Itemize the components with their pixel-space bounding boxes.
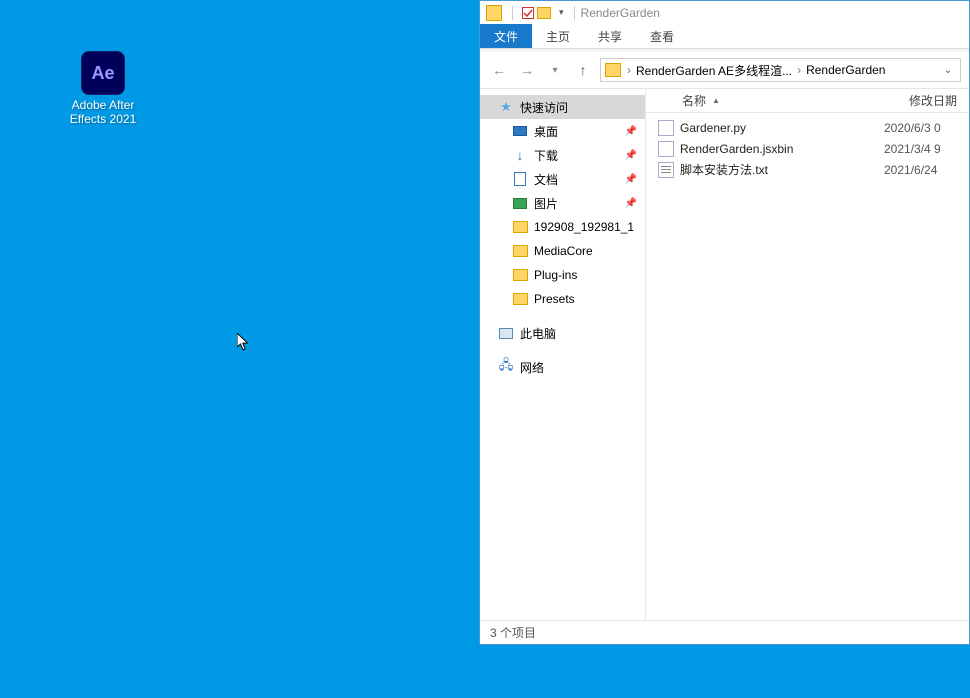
sidebar-item-label: Plug-ins [534,268,577,282]
sidebar-item-network[interactable]: 🖧 网络 [480,355,645,379]
chevron-right-icon[interactable]: › [625,63,633,77]
tab-home[interactable]: 主页 [532,24,584,48]
sidebar-item-label: 网络 [520,359,544,376]
file-date: 2021/3/4 9 [884,142,969,156]
file-date: 2021/6/24 [884,163,969,177]
sidebar-item-documents[interactable]: 文档 📌 [480,167,645,191]
document-icon [512,171,528,187]
sidebar-item-quickaccess[interactable]: ★ 快速访问 [480,95,645,119]
chevron-down-icon[interactable]: ⌄ [940,65,956,76]
file-icon [658,120,674,136]
file-explorer-window: ▾ RenderGarden 文件 主页 共享 查看 ← → ▾ ↑ › Ren… [479,0,970,645]
column-headers: 名称 ▲ 修改日期 [646,89,969,113]
navigation-pane: ★ 快速访问 桌面 📌 ↓ 下载 📌 文档 📌 图片 📌 [480,89,646,620]
navigation-bar: ← → ▾ ↑ › RenderGarden AE多线程渲... › Rende… [480,52,969,88]
back-button[interactable]: ← [488,59,510,81]
sidebar-item-label: 文档 [534,171,558,188]
pin-icon: 📌 [625,150,637,161]
status-bar: 3 个项目 [480,620,969,644]
sidebar-item-label: Presets [534,292,575,306]
history-dropdown[interactable]: ▾ [544,59,566,81]
pc-icon [498,325,514,341]
sidebar-item-label: MediaCore [534,244,593,258]
column-header-name[interactable]: 名称 ▲ [646,92,897,109]
file-row[interactable]: RenderGarden.jsxbin 2021/3/4 9 [646,138,969,159]
breadcrumb-segment[interactable]: RenderGarden [803,63,888,77]
sidebar-item-downloads[interactable]: ↓ 下载 📌 [480,143,645,167]
file-icon [658,141,674,157]
desktop-shortcut-ae[interactable]: Ae Adobe After Effects 2021 [62,51,144,126]
up-button[interactable]: ↑ [572,59,594,81]
chevron-down-icon[interactable]: ▾ [559,7,564,18]
address-bar[interactable]: › RenderGarden AE多线程渲... › RenderGarden … [600,58,961,82]
sidebar-item-label: 此电脑 [520,325,556,342]
desktop-icon [512,123,528,139]
forward-button[interactable]: → [516,59,538,81]
status-text: 3 个项目 [490,624,536,641]
sort-asc-icon: ▲ [712,96,720,105]
sidebar-item-label: 192908_192981_19 [534,220,634,234]
pin-icon: 📌 [625,174,637,185]
file-list-pane: 名称 ▲ 修改日期 Gardener.py 2020/6/3 0 RenderG… [646,89,969,620]
sidebar-item-folder[interactable]: 192908_192981_19 [480,215,645,239]
pin-icon: 📌 [625,126,637,137]
breadcrumb-segment[interactable]: RenderGarden AE多线程渲... [633,62,795,79]
text-file-icon [658,162,674,178]
window-titlebar[interactable]: ▾ RenderGarden [480,1,969,24]
sidebar-item-label: 图片 [534,195,558,212]
file-name: 脚本安装方法.txt [680,161,884,178]
column-header-date[interactable]: 修改日期 [897,92,969,109]
desktop-shortcut-label: Adobe After Effects 2021 [62,98,144,126]
download-icon: ↓ [512,147,528,163]
checkbox-icon[interactable] [521,6,535,20]
sidebar-item-label: 下载 [534,147,558,164]
picture-icon [512,195,528,211]
folder-icon [512,267,528,283]
folder-icon [605,63,621,77]
file-name: Gardener.py [680,121,884,135]
file-name: RenderGarden.jsxbin [680,142,884,156]
pin-icon: 📌 [625,198,637,209]
tab-view[interactable]: 查看 [636,24,688,48]
network-icon: 🖧 [498,359,514,375]
folder-icon [512,219,528,235]
file-row[interactable]: 脚本安装方法.txt 2021/6/24 [646,159,969,180]
folder-icon[interactable] [537,7,551,19]
file-list: Gardener.py 2020/6/3 0 RenderGarden.jsxb… [646,113,969,620]
file-date: 2020/6/3 0 [884,121,969,135]
folder-icon [512,243,528,259]
ribbon-tabs: 文件 主页 共享 查看 [480,24,969,48]
file-row[interactable]: Gardener.py 2020/6/3 0 [646,117,969,138]
sidebar-item-folder[interactable]: Presets [480,287,645,311]
tab-share[interactable]: 共享 [584,24,636,48]
folder-icon [486,5,502,21]
sidebar-item-desktop[interactable]: 桌面 📌 [480,119,645,143]
sidebar-item-pictures[interactable]: 图片 📌 [480,191,645,215]
window-title: RenderGarden [581,6,660,20]
tab-file[interactable]: 文件 [480,24,532,48]
sidebar-item-thispc[interactable]: 此电脑 [480,321,645,345]
chevron-right-icon[interactable]: › [795,63,803,77]
sidebar-item-label: 快速访问 [520,99,568,116]
sidebar-item-folder[interactable]: MediaCore [480,239,645,263]
mouse-cursor-icon [237,333,253,353]
folder-icon [512,291,528,307]
sidebar-item-label: 桌面 [534,123,558,140]
ae-icon: Ae [81,51,125,95]
star-icon: ★ [498,99,514,115]
sidebar-item-folder[interactable]: Plug-ins [480,263,645,287]
